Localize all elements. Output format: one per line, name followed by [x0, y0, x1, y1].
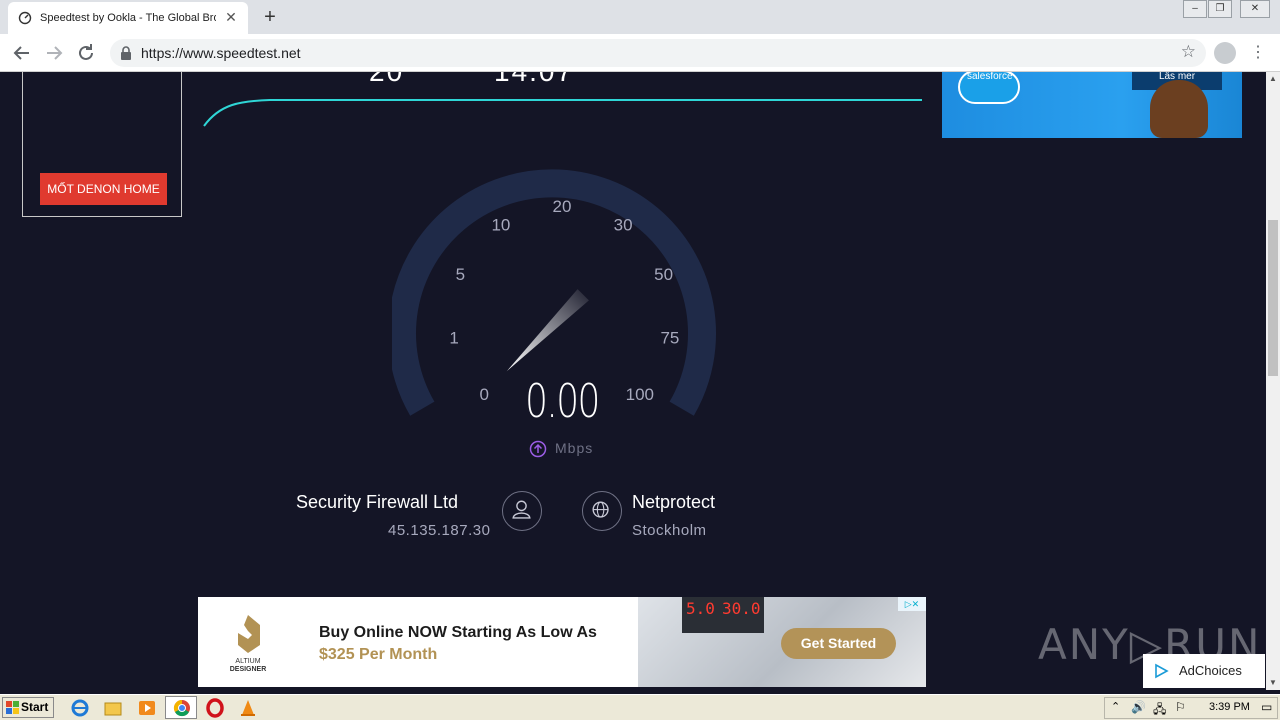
action-center-flag-icon[interactable]: ⚐ [1175, 700, 1186, 714]
left-ad-banner[interactable]: MỐT DENON HOME [22, 72, 182, 217]
denon-ad-button[interactable]: MỐT DENON HOME [40, 173, 167, 205]
profile-avatar[interactable] [1214, 42, 1236, 64]
scroll-down-icon[interactable]: ▼ [1266, 676, 1280, 690]
adchoices-badge[interactable]: AdChoices [1143, 654, 1265, 688]
adchoices-icon [1155, 663, 1169, 679]
opera-icon[interactable] [205, 698, 225, 718]
bookmark-star-icon[interactable]: ☆ [1181, 42, 1196, 62]
folder-icon[interactable] [103, 698, 123, 718]
browser-tab[interactable]: Speedtest by Ookla - The Global Bro ✕ [8, 2, 248, 34]
tray-expand-icon[interactable]: ⌃ [1111, 700, 1120, 713]
server-name[interactable]: Netprotect [632, 492, 715, 513]
show-desktop-icon[interactable]: ▭ [1261, 700, 1272, 714]
gauge-tick-label: 20 [553, 197, 572, 216]
media-player-icon[interactable] [137, 698, 157, 718]
restore-button[interactable]: ❐ [1208, 0, 1232, 18]
window-close-button[interactable]: ✕ [1240, 0, 1270, 18]
speed-unit: Mbps [555, 440, 594, 456]
page-scrollbar[interactable]: ▲ ▼ [1266, 72, 1280, 690]
speedtest-page: MỐT DENON HOME 20 14.07 salesforce Läs m… [0, 72, 1266, 690]
upload-arrow-icon [529, 440, 547, 458]
network-icon[interactable]: 🖧 [1153, 700, 1166, 720]
user-icon[interactable] [502, 491, 542, 531]
chrome-icon [173, 699, 190, 717]
get-started-button[interactable]: Get Started [781, 628, 896, 659]
reload-icon[interactable] [74, 41, 98, 65]
mascot-image [1150, 80, 1208, 138]
gauge-tick-label: 1 [449, 329, 458, 348]
chrome-taskbar-button[interactable] [165, 696, 197, 719]
taskbar: Start ⌃ 🔊 🖧 ⚐ ▭ 3:39 PM [0, 694, 1280, 720]
ad-headline: Buy Online NOW Starting As Low As [319, 624, 597, 641]
oscilloscope-screen: 5.0 30.0 [682, 597, 764, 633]
gauge-tick-label: 75 [660, 329, 679, 348]
browser-tab-bar: Speedtest by Ookla - The Global Bro ✕ + … [0, 0, 1280, 34]
new-tab-button[interactable]: + [259, 6, 281, 28]
adchoices-label: AdChoices [1179, 663, 1242, 678]
globe-icon[interactable] [582, 491, 622, 531]
scroll-up-icon[interactable]: ▲ [1266, 72, 1280, 86]
gauge-tick-label: 10 [491, 216, 510, 235]
ie-icon[interactable] [70, 698, 90, 718]
start-button[interactable]: Start [2, 697, 54, 718]
gauge-tick-label: 30 [614, 216, 633, 235]
taskbar-clock[interactable]: 3:39 PM [1209, 701, 1250, 713]
tab-title: Speedtest by Ookla - The Global Bro [40, 12, 216, 24]
scroll-thumb[interactable] [1268, 220, 1278, 376]
speed-graph-line [203, 99, 922, 127]
isp-ip: 45.135.187.30 [388, 522, 491, 539]
gauge-needle [506, 289, 589, 372]
url-text: https://www.speedtest.net [141, 45, 301, 61]
altium-logo-icon: ALTIUM DESIGNER [230, 615, 267, 673]
ping-value: 20 [369, 72, 404, 88]
speed-reading: 0.00 [525, 374, 600, 428]
ad-price: $325 Per Month [319, 646, 438, 663]
server-location: Stockholm [632, 522, 707, 539]
back-arrow-icon[interactable] [10, 41, 34, 65]
minimize-button[interactable]: – [1183, 0, 1207, 18]
altium-brand-line1: ALTIUM [235, 658, 260, 665]
menu-dots-icon[interactable]: ⋮ [1250, 42, 1266, 64]
altium-brand-line2: DESIGNER [230, 666, 267, 673]
screen-value-1: 5.0 [686, 599, 715, 618]
volume-icon[interactable]: 🔊 [1131, 700, 1146, 714]
system-tray: ⌃ 🔊 🖧 ⚐ ▭ [1104, 697, 1278, 719]
windows-flag-icon [6, 701, 19, 714]
forward-arrow-icon[interactable] [42, 41, 66, 65]
gauge-tick-label: 100 [626, 385, 654, 404]
address-bar[interactable]: https://www.speedtest.net ☆ [110, 39, 1206, 67]
screen-value-2: 30.0 [722, 599, 761, 618]
start-label: Start [21, 700, 49, 714]
download-value: 14.07 [494, 72, 574, 88]
speedtest-favicon-icon [18, 11, 32, 25]
isp-name: Security Firewall Ltd [296, 492, 459, 512]
tab-close-icon[interactable]: ✕ [224, 10, 238, 24]
vlc-icon[interactable] [238, 698, 258, 718]
gauge-tick-label: 5 [456, 265, 465, 284]
gauge-tick-label: 0 [479, 385, 488, 404]
lock-icon [121, 46, 131, 60]
ad-info-icon[interactable]: ▷✕ [898, 597, 926, 611]
screen: Speedtest by Ookla - The Global Bro ✕ + … [0, 0, 1280, 720]
browser-toolbar: https://www.speedtest.net ☆ ⋮ [0, 34, 1280, 72]
altium-ad-banner[interactable]: ALTIUM DESIGNER Buy Online NOW Starting … [198, 597, 926, 687]
gauge-tick-label: 50 [654, 265, 673, 284]
salesforce-brand: salesforce [967, 72, 1013, 82]
salesforce-ad-banner[interactable]: salesforce Läs mer [942, 72, 1242, 138]
